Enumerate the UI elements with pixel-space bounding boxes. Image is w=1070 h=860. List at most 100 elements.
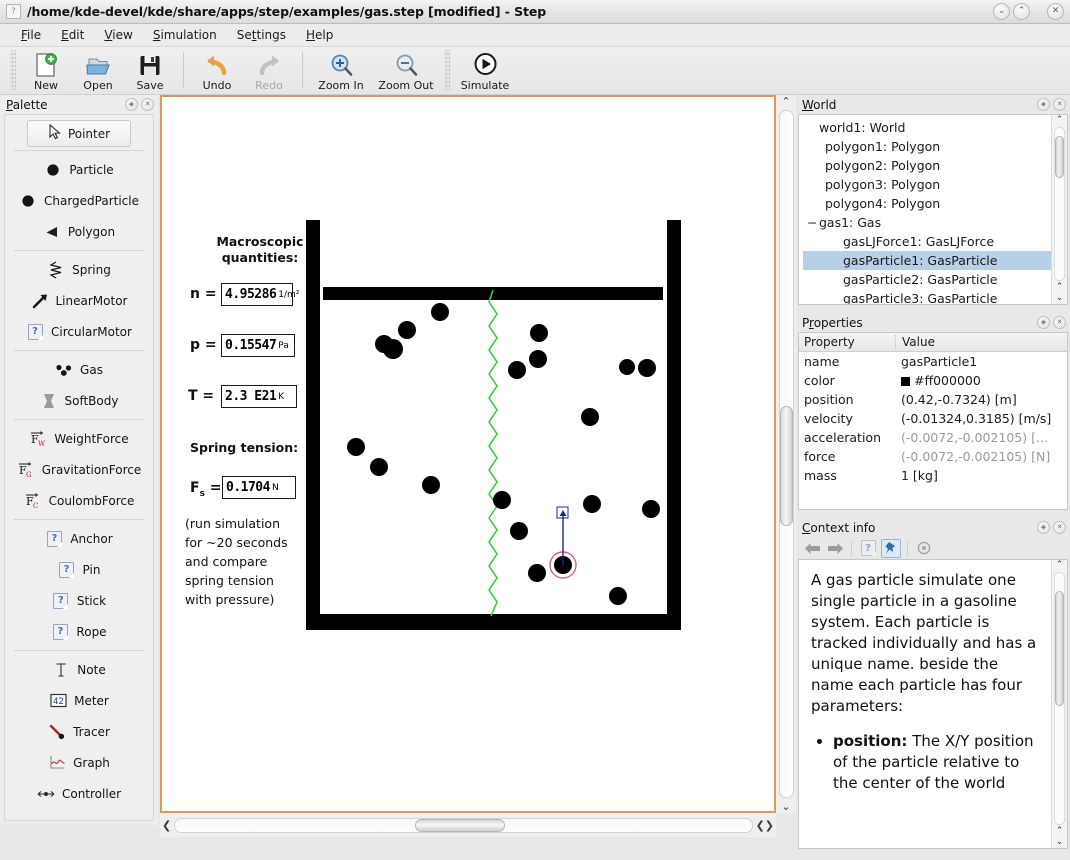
palette-item-graph[interactable]: Graph [5, 747, 153, 778]
toolbar-new-button[interactable]: New [20, 50, 72, 92]
context-scroll-up-arrow[interactable]: ⌃ [1056, 560, 1064, 571]
property-row-name[interactable]: name gasParticle1 [799, 352, 1067, 371]
palette-item-tracer[interactable]: Tracer [5, 716, 153, 747]
pin-tack-icon[interactable] [881, 538, 901, 558]
toolbar-simulate-button[interactable]: Simulate [454, 50, 516, 92]
toolbar-grip[interactable] [10, 50, 16, 90]
world-scroll-up-arrow[interactable]: ⌃ [1056, 115, 1064, 126]
help-question-icon[interactable]: ? [858, 539, 878, 558]
context-scroll-thumb[interactable] [1055, 591, 1064, 706]
toolbar-save-button[interactable]: Save [124, 50, 176, 92]
palette-item-weightforce[interactable]: FW WeightForce [5, 423, 153, 454]
meter-fs[interactable]: 0.1704 N [222, 476, 296, 499]
palette-item-anchor[interactable]: ? Anchor [5, 523, 153, 554]
tree-row-polygon1[interactable]: polygon1: Polygon [803, 137, 1051, 156]
canvas-horizontal-scrollbar[interactable]: ❮ ❮❯ [160, 813, 776, 837]
property-row-force[interactable]: force (-0.0072,-0.002105) [N] [799, 447, 1067, 466]
property-row-acceleration[interactable]: acceleration (-0.0072,-0.002105) [… [799, 428, 1067, 447]
selected-gas-particle[interactable] [549, 506, 577, 579]
world-close-button[interactable]: ✕ [1053, 98, 1066, 111]
property-value[interactable]: 1 [kg] [895, 468, 1067, 483]
back-arrow-icon[interactable] [802, 539, 822, 558]
properties-col-property[interactable]: Property [799, 335, 895, 349]
meter-n[interactable]: 4.95286 1/m² [221, 283, 299, 306]
meter-p[interactable]: 0.15547 Pa [221, 334, 295, 357]
canvas-vscroll-trough[interactable] [778, 110, 794, 798]
context-scroll-trough[interactable] [1054, 572, 1065, 825]
palette-item-linearmotor[interactable]: LinearMotor [5, 285, 153, 316]
palette-item-particle[interactable]: Particle [5, 154, 153, 185]
property-row-position[interactable]: position (0.42,-0.7324) [m] [799, 390, 1067, 409]
tree-row-gasljforce1[interactable]: gasLJForce1: GasLJForce [803, 232, 1051, 251]
world-scroll-down-arrow[interactable]: ⌄ [1056, 293, 1064, 304]
context-scroll-down-arrow-up[interactable]: ⌃ [1056, 826, 1064, 837]
palette-item-polygon[interactable]: Polygon [5, 216, 153, 247]
palette-item-controller[interactable]: Controller [5, 778, 153, 809]
properties-close-button[interactable]: ✕ [1053, 316, 1066, 329]
tree-row-world1[interactable]: world1: World [803, 118, 1051, 137]
canvas-vscroll-thumb[interactable] [779, 406, 793, 526]
property-value[interactable]: (0.42,-0.7324) [m] [895, 392, 1067, 407]
close-button[interactable]: ✕ [1047, 3, 1064, 20]
tree-row-gasparticle1[interactable]: gasParticle1: GasParticle [803, 251, 1051, 270]
menu-settings[interactable]: Settings [228, 26, 295, 44]
context-info-close-button[interactable]: ✕ [1053, 521, 1066, 534]
menu-file[interactable]: File [12, 26, 50, 44]
world-scroll-trough[interactable] [1054, 127, 1065, 281]
tree-expander-gas1[interactable]: − [807, 213, 819, 232]
palette-item-spring[interactable]: Spring [5, 254, 153, 285]
world-float-button[interactable]: ◈ [1037, 98, 1050, 111]
properties-col-value[interactable]: Value [895, 335, 1067, 349]
toolbar-undo-button[interactable]: Undo [191, 50, 243, 92]
canvas-vertical-scrollbar[interactable]: ⌃ ⌄ [776, 95, 796, 813]
maximize-button[interactable]: ⌃ [1013, 3, 1030, 20]
palette-item-circularmotor[interactable]: ? CircularMotor [5, 316, 153, 347]
properties-float-button[interactable]: ◈ [1037, 316, 1050, 329]
canvas-scroll-down-arrow[interactable]: ⌄ [781, 800, 790, 813]
canvas-scroll-up-arrow[interactable]: ⌃ [781, 95, 790, 108]
toolbar-zoom-in-button[interactable]: Zoom In [310, 50, 372, 92]
palette-item-pin[interactable]: ? Pin [5, 554, 153, 585]
canvas-viewport[interactable]: Macroscopic quantities: n = 4.95286 1/m²… [164, 99, 772, 809]
world-tree-scrollbar[interactable]: ⌃ ⌃ ⌄ [1051, 115, 1067, 304]
minimize-button[interactable]: ⌄ [993, 3, 1010, 20]
tree-row-polygon3[interactable]: polygon3: Polygon [803, 175, 1051, 194]
property-value[interactable]: gasParticle1 [895, 354, 1067, 369]
property-value-color[interactable]: #ff000000 [895, 373, 1067, 388]
palette-item-coulombforce[interactable]: FC CoulombForce [5, 485, 153, 516]
property-row-velocity[interactable]: velocity (-0.01324,0.3185) [m/s] [799, 409, 1067, 428]
tree-row-gasparticle2[interactable]: gasParticle2: GasParticle [803, 270, 1051, 289]
forward-arrow-icon[interactable] [825, 539, 845, 558]
palette-item-rope[interactable]: ? Rope [5, 616, 153, 647]
world-tree[interactable]: world1: World polygon1: Polygon polygon2… [799, 115, 1051, 304]
menu-simulation[interactable]: Simulation [144, 26, 226, 44]
canvas-scroll-right-arrow[interactable]: ❮❯ [756, 819, 774, 832]
tree-row-gasparticle3[interactable]: gasParticle3: GasParticle [803, 289, 1051, 304]
property-row-color[interactable]: color #ff000000 [799, 371, 1067, 390]
context-info-float-button[interactable]: ◈ [1037, 521, 1050, 534]
tree-row-polygon4[interactable]: polygon4: Polygon [803, 194, 1051, 213]
tree-row-gas1[interactable]: − gas1: Gas [803, 213, 1051, 232]
toolbar-redo-button[interactable]: Redo [243, 50, 295, 92]
context-info-body[interactable]: A gas particle simulate one single parti… [798, 559, 1068, 849]
world-scroll-thumb[interactable] [1055, 136, 1064, 178]
menu-edit[interactable]: Edit [52, 26, 93, 44]
palette-item-note[interactable]: Note [5, 654, 153, 685]
menu-view[interactable]: View [95, 26, 141, 44]
tree-row-polygon2[interactable]: polygon2: Polygon [803, 156, 1051, 175]
palette-item-gravitationforce[interactable]: FG GravitationForce [5, 454, 153, 485]
context-scroll-down-arrow[interactable]: ⌄ [1056, 837, 1064, 848]
palette-item-stick[interactable]: ? Stick [5, 585, 153, 616]
palette-item-meter[interactable]: 42 Meter [5, 685, 153, 716]
context-info-scrollbar[interactable]: ⌃ ⌃ ⌄ [1051, 560, 1067, 848]
property-value[interactable]: (-0.01324,0.3185) [m/s] [895, 411, 1067, 426]
palette-item-chargedparticle[interactable]: ChargedParticle [5, 185, 153, 216]
toolbar-grip-2[interactable] [444, 50, 450, 90]
info-circle-icon[interactable] [914, 539, 934, 558]
property-row-mass[interactable]: mass 1 [kg] [799, 466, 1067, 485]
canvas-hscroll-trough[interactable] [174, 817, 753, 833]
palette-close-button[interactable]: ✕ [141, 98, 154, 111]
toolbar-open-button[interactable]: Open [72, 50, 124, 92]
canvas-hscroll-thumb[interactable] [415, 818, 506, 832]
toolbar-zoom-out-button[interactable]: Zoom Out [372, 50, 440, 92]
